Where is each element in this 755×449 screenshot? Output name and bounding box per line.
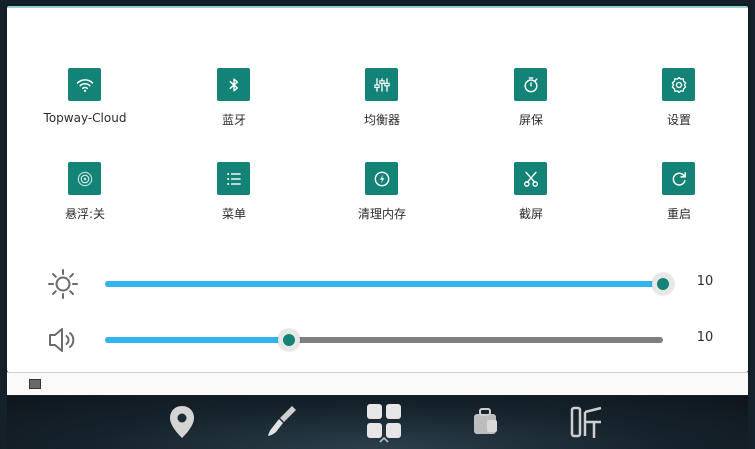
paint-brush-icon[interactable] [262, 400, 302, 444]
scissors-icon [523, 171, 538, 187]
tile-label-bluetooth: 蓝牙 [221, 113, 246, 127]
volume-slider-thumb[interactable] [278, 329, 300, 351]
brightness-icon [48, 269, 78, 299]
tile-label-restart: 重启 [666, 207, 691, 221]
equalizer-icon [373, 77, 390, 92]
tile-label-floating: 悬浮:关 [64, 207, 106, 221]
launcher-dock [7, 396, 748, 449]
wifi-icon [76, 78, 93, 92]
restart-icon [672, 171, 686, 186]
volume-slider-row: 10 [7, 320, 748, 360]
volume-track-fill [105, 337, 289, 343]
tile-label-screenshot: 截屏 [518, 207, 543, 221]
bluetooth-icon [229, 77, 238, 92]
tile-label-wifi: Topway-Cloud [43, 111, 127, 125]
image-notification-icon [29, 379, 41, 389]
floating-ball-icon [77, 171, 92, 186]
gear-icon [671, 76, 686, 93]
tile-label-clean-memory: 清理内存 [357, 207, 406, 221]
tile-equalizer[interactable]: 均衡器 [307, 68, 457, 138]
tile-menu[interactable]: 菜单 [159, 162, 309, 232]
menu-tile-button[interactable] [217, 162, 250, 195]
timer-icon [523, 76, 538, 92]
screenshot-tile-button[interactable] [514, 162, 547, 195]
tile-clean-memory[interactable]: 清理内存 [307, 162, 457, 232]
wifi-tile-button[interactable] [68, 68, 101, 101]
tile-floating[interactable]: 悬浮:关 [10, 162, 160, 232]
clean-memory-icon [374, 171, 389, 186]
menu-list-icon [226, 172, 241, 185]
bluetooth-tile-button[interactable] [217, 68, 250, 101]
brightness-track-fill [105, 281, 663, 287]
tile-label-menu: 菜单 [221, 207, 246, 221]
clean-memory-tile-button[interactable] [365, 162, 398, 195]
location-pin-icon[interactable] [162, 400, 202, 444]
brightness-value: 10 [696, 274, 714, 289]
toolbox-icon[interactable] [465, 400, 505, 444]
floating-tile-button[interactable] [68, 162, 101, 195]
tile-bluetooth[interactable]: 蓝牙 [159, 68, 309, 138]
tile-restart[interactable]: 重启 [604, 162, 754, 232]
tile-label-screensaver: 屏保 [518, 113, 543, 127]
radio-icon[interactable] [567, 400, 607, 444]
settings-tile-button[interactable] [662, 68, 695, 101]
tile-wifi[interactable]: Topway-Cloud [10, 68, 160, 138]
equalizer-tile-button[interactable] [365, 68, 398, 101]
apps-grid-icon[interactable] [364, 400, 404, 444]
tile-settings[interactable]: 设置 [604, 68, 754, 138]
tile-screenshot[interactable]: 截屏 [456, 162, 606, 232]
tile-screensaver[interactable]: 屏保 [456, 68, 606, 138]
volume-value: 10 [696, 330, 714, 345]
brightness-slider-thumb[interactable] [652, 273, 674, 295]
brightness-slider-row: 10 [7, 264, 748, 304]
speaker-icon [49, 328, 75, 352]
tile-label-settings: 设置 [666, 113, 691, 127]
tile-label-equalizer: 均衡器 [363, 113, 400, 127]
status-bar [7, 372, 748, 395]
screensaver-tile-button[interactable] [514, 68, 547, 101]
quick-settings-panel: Topway-Cloud 蓝牙 均衡器 屏保 设置 悬浮:关 菜单 清理内存 截… [7, 6, 748, 372]
restart-tile-button[interactable] [662, 162, 695, 195]
